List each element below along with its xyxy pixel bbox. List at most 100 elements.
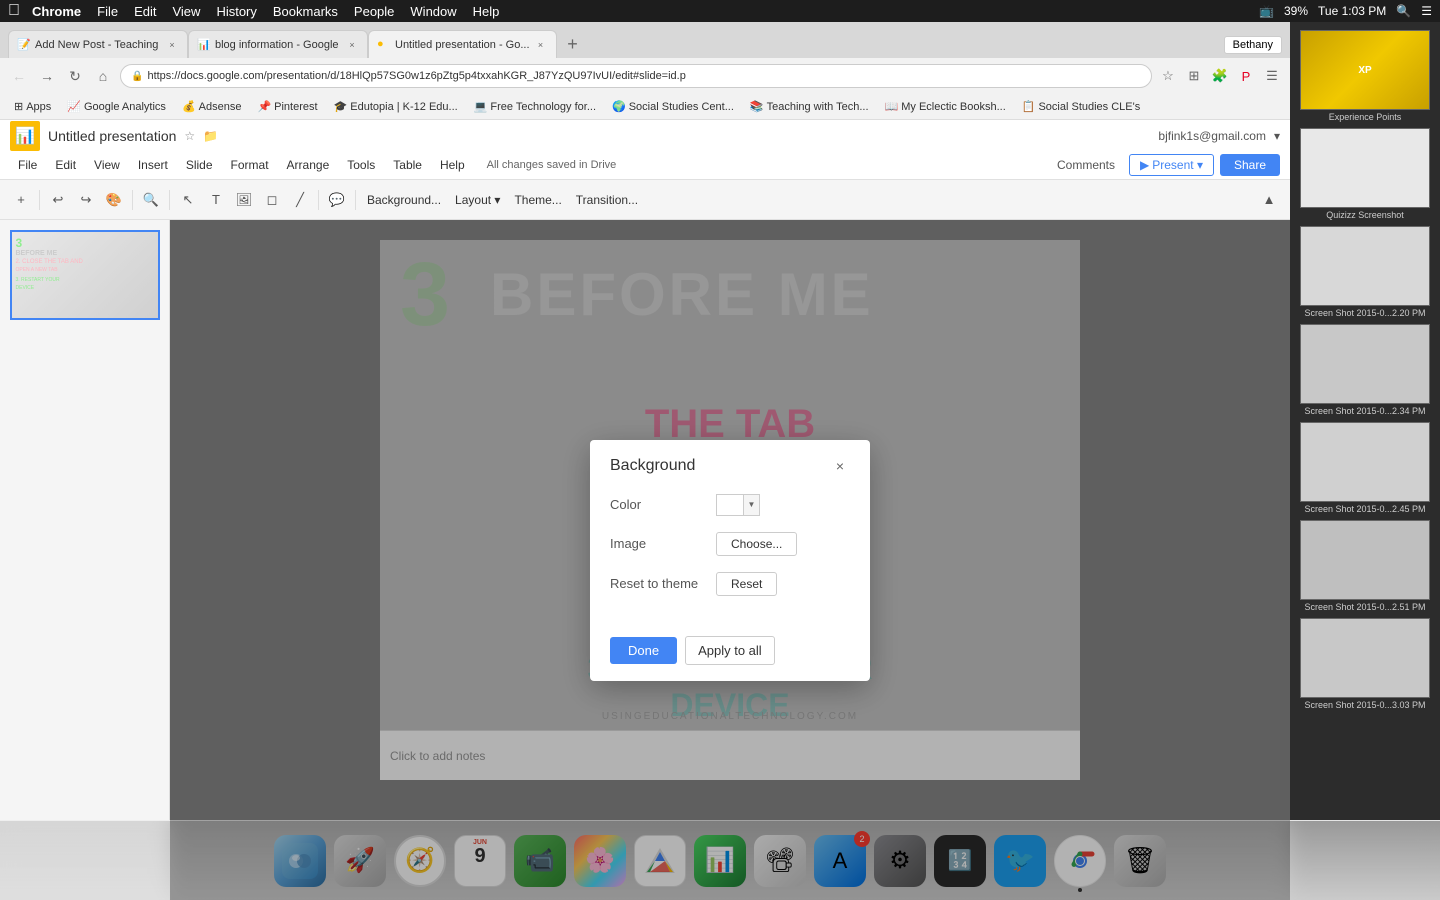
toolbar-zoom-btn[interactable]: 🔍 <box>138 187 164 213</box>
pinterest-icon[interactable]: P <box>1236 66 1256 86</box>
menu-bar-time: Tue 1:03 PM <box>1318 4 1386 18</box>
toolbar-add-btn[interactable]: + <box>8 187 34 213</box>
apply-to-all-button[interactable]: Apply to all <box>685 636 775 665</box>
menu-edit[interactable]: Edit <box>134 4 156 19</box>
toolbar-undo-btn[interactable]: ↩ <box>45 187 71 213</box>
done-button[interactable]: Done <box>610 637 677 664</box>
reset-to-theme-label: Reset to theme <box>610 576 700 591</box>
tab-close-0[interactable]: × <box>165 38 179 52</box>
menu-bookmarks[interactable]: Bookmarks <box>273 4 338 19</box>
reload-button[interactable]: ↻ <box>64 65 86 87</box>
reset-button[interactable]: Reset <box>716 572 777 596</box>
slides-menu-arrange[interactable]: Arrange <box>279 156 338 174</box>
tab-0[interactable]: 📝 Add New Post - Teaching × <box>8 30 188 58</box>
tab-close-2[interactable]: × <box>534 38 548 52</box>
user-button[interactable]: Bethany <box>1224 36 1282 54</box>
bookmark-ss-cle[interactable]: 📋 Social Studies CLE's <box>1016 98 1146 115</box>
toolbar-image-btn[interactable]: 🖼 <box>231 187 257 213</box>
toolbar-cursor-btn[interactable]: ↖ <box>175 187 201 213</box>
menu-bar-notifications[interactable]: ☰ <box>1421 4 1432 18</box>
menu-bar-search[interactable]: 🔍 <box>1396 4 1411 18</box>
choose-image-button[interactable]: Choose... <box>716 532 797 556</box>
menu-view[interactable]: View <box>172 4 200 19</box>
menu-people[interactable]: People <box>354 4 394 19</box>
right-thumb-1[interactable]: Quizizz Screenshot <box>1300 128 1430 220</box>
url-text: https://docs.google.com/presentation/d/1… <box>147 70 685 82</box>
menu-window[interactable]: Window <box>410 4 456 19</box>
bookmark-pinterest[interactable]: 📌 Pinterest <box>251 98 323 115</box>
toolbar-comment-btn[interactable]: 💬 <box>324 187 350 213</box>
tab-favicon-1: 📊 <box>197 38 211 52</box>
slide-canvas[interactable]: 3 BEFORE ME THE TAB TAB AND dd titleNEW <box>170 220 1290 900</box>
bookmark-star-icon[interactable]: ☆ <box>1158 66 1178 86</box>
slides-folder-icon[interactable]: 📁 <box>203 129 218 143</box>
bookmark-adsense[interactable]: 💰 Adsense <box>176 98 248 115</box>
bookmark-analytics[interactable]: 📈 Google Analytics <box>61 98 172 115</box>
slides-user-dropdown[interactable]: ▾ <box>1274 129 1280 143</box>
slides-menu-help[interactable]: Help <box>432 156 473 174</box>
bookmark-free-tech[interactable]: 💻 Free Technology for... <box>468 98 602 115</box>
slides-menu-table[interactable]: Table <box>385 156 430 174</box>
tab-1[interactable]: 📊 blog information - Google × <box>188 30 368 58</box>
right-thumb-6[interactable]: Screen Shot 2015-0...3.03 PM <box>1300 618 1430 710</box>
dialog-close-button[interactable]: × <box>830 456 850 476</box>
tab-2[interactable]: ● Untitled presentation - Go... × <box>368 30 557 58</box>
slides-menu-format[interactable]: Format <box>223 156 277 174</box>
toolbar-redo-btn[interactable]: ↪ <box>73 187 99 213</box>
slides-menu-insert[interactable]: Insert <box>130 156 176 174</box>
toolbar-layout-btn[interactable]: Layout ▾ <box>449 191 506 209</box>
chrome-menu-icon[interactable]: ☰ <box>1262 66 1282 86</box>
toolbar-line-btn[interactable]: ╱ <box>287 187 313 213</box>
bookmark-edutopia[interactable]: 🎓 Edutopia | K-12 Edu... <box>328 98 464 115</box>
menu-history[interactable]: History <box>216 4 256 19</box>
right-thumb-label-4: Screen Shot 2015-0...2.45 PM <box>1304 504 1425 514</box>
forward-button[interactable]: → <box>36 65 58 87</box>
free-tech-icon: 💻 <box>474 100 488 113</box>
url-bar[interactable]: 🔒 https://docs.google.com/presentation/d… <box>120 64 1152 88</box>
toolbar-shape-btn[interactable]: ◻ <box>259 187 285 213</box>
right-thumb-3[interactable]: Screen Shot 2015-0...2.34 PM <box>1300 324 1430 416</box>
toolbar-collapse-btn[interactable]: ▲ <box>1256 187 1282 213</box>
tab-bar: 📝 Add New Post - Teaching × 📊 blog infor… <box>0 22 1290 58</box>
right-thumb-5[interactable]: Screen Shot 2015-0...2.51 PM <box>1300 520 1430 612</box>
present-button[interactable]: ▶ Present ▾ <box>1129 154 1214 176</box>
bookmark-teaching[interactable]: 📚 Teaching with Tech... <box>744 98 875 115</box>
menu-chrome[interactable]: Chrome <box>32 4 81 19</box>
comments-button[interactable]: Comments <box>1049 155 1123 175</box>
slides-menu-file[interactable]: File <box>10 156 45 174</box>
menu-help[interactable]: Help <box>473 4 500 19</box>
extension-icon[interactable]: 🧩 <box>1210 66 1230 86</box>
right-thumb-img-1 <box>1300 128 1430 208</box>
bookmark-eclectic[interactable]: 📖 My Eclectic Booksh... <box>879 98 1012 115</box>
bookmark-social-studies[interactable]: 🌍 Social Studies Cent... <box>606 98 740 115</box>
slides-doc-title[interactable]: Untitled presentation <box>48 128 176 144</box>
slides-menu-view[interactable]: View <box>86 156 128 174</box>
back-button[interactable]: ← <box>8 65 30 87</box>
share-button[interactable]: Share <box>1220 154 1280 176</box>
right-thumb-4[interactable]: Screen Shot 2015-0...2.45 PM <box>1300 422 1430 514</box>
slides-menu-slide[interactable]: Slide <box>178 156 221 174</box>
slide-thumbnail-1[interactable]: 3 BEFORE ME 2. CLOSE THE TAB AND OPEN A … <box>10 230 160 320</box>
slides-star-icon[interactable]: ☆ <box>184 129 195 143</box>
right-thumb-label-6: Screen Shot 2015-0...3.03 PM <box>1304 700 1425 710</box>
toolbar-transition-btn[interactable]: Transition... <box>570 191 644 209</box>
color-swatch[interactable] <box>716 494 744 516</box>
menu-file[interactable]: File <box>97 4 118 19</box>
grid-icon[interactable]: ⊞ <box>1184 66 1204 86</box>
right-thumb-0[interactable]: XP Experience Points <box>1300 30 1430 122</box>
bookmark-apps[interactable]: ⊞ Apps <box>8 98 57 115</box>
toolbar-theme-btn[interactable]: Theme... <box>508 191 567 209</box>
apple-menu[interactable]:  <box>8 2 20 20</box>
home-button[interactable]: ⌂ <box>92 65 114 87</box>
slides-menu-edit[interactable]: Edit <box>47 156 84 174</box>
tab-close-1[interactable]: × <box>345 38 359 52</box>
color-dropdown-arrow[interactable]: ▼ <box>744 494 760 516</box>
slides-menu-tools[interactable]: Tools <box>339 156 383 174</box>
toolbar-paint-btn[interactable]: 🎨 <box>101 187 127 213</box>
toolbar-text-btn[interactable]: T <box>203 187 229 213</box>
right-thumb-2[interactable]: Screen Shot 2015-0...2.20 PM <box>1300 226 1430 318</box>
new-tab-button[interactable]: + <box>559 30 587 58</box>
toolbar-background-btn[interactable]: Background... <box>361 191 447 209</box>
slides-logo: 📊 <box>10 121 40 151</box>
color-picker-control[interactable]: ▼ <box>716 494 760 516</box>
